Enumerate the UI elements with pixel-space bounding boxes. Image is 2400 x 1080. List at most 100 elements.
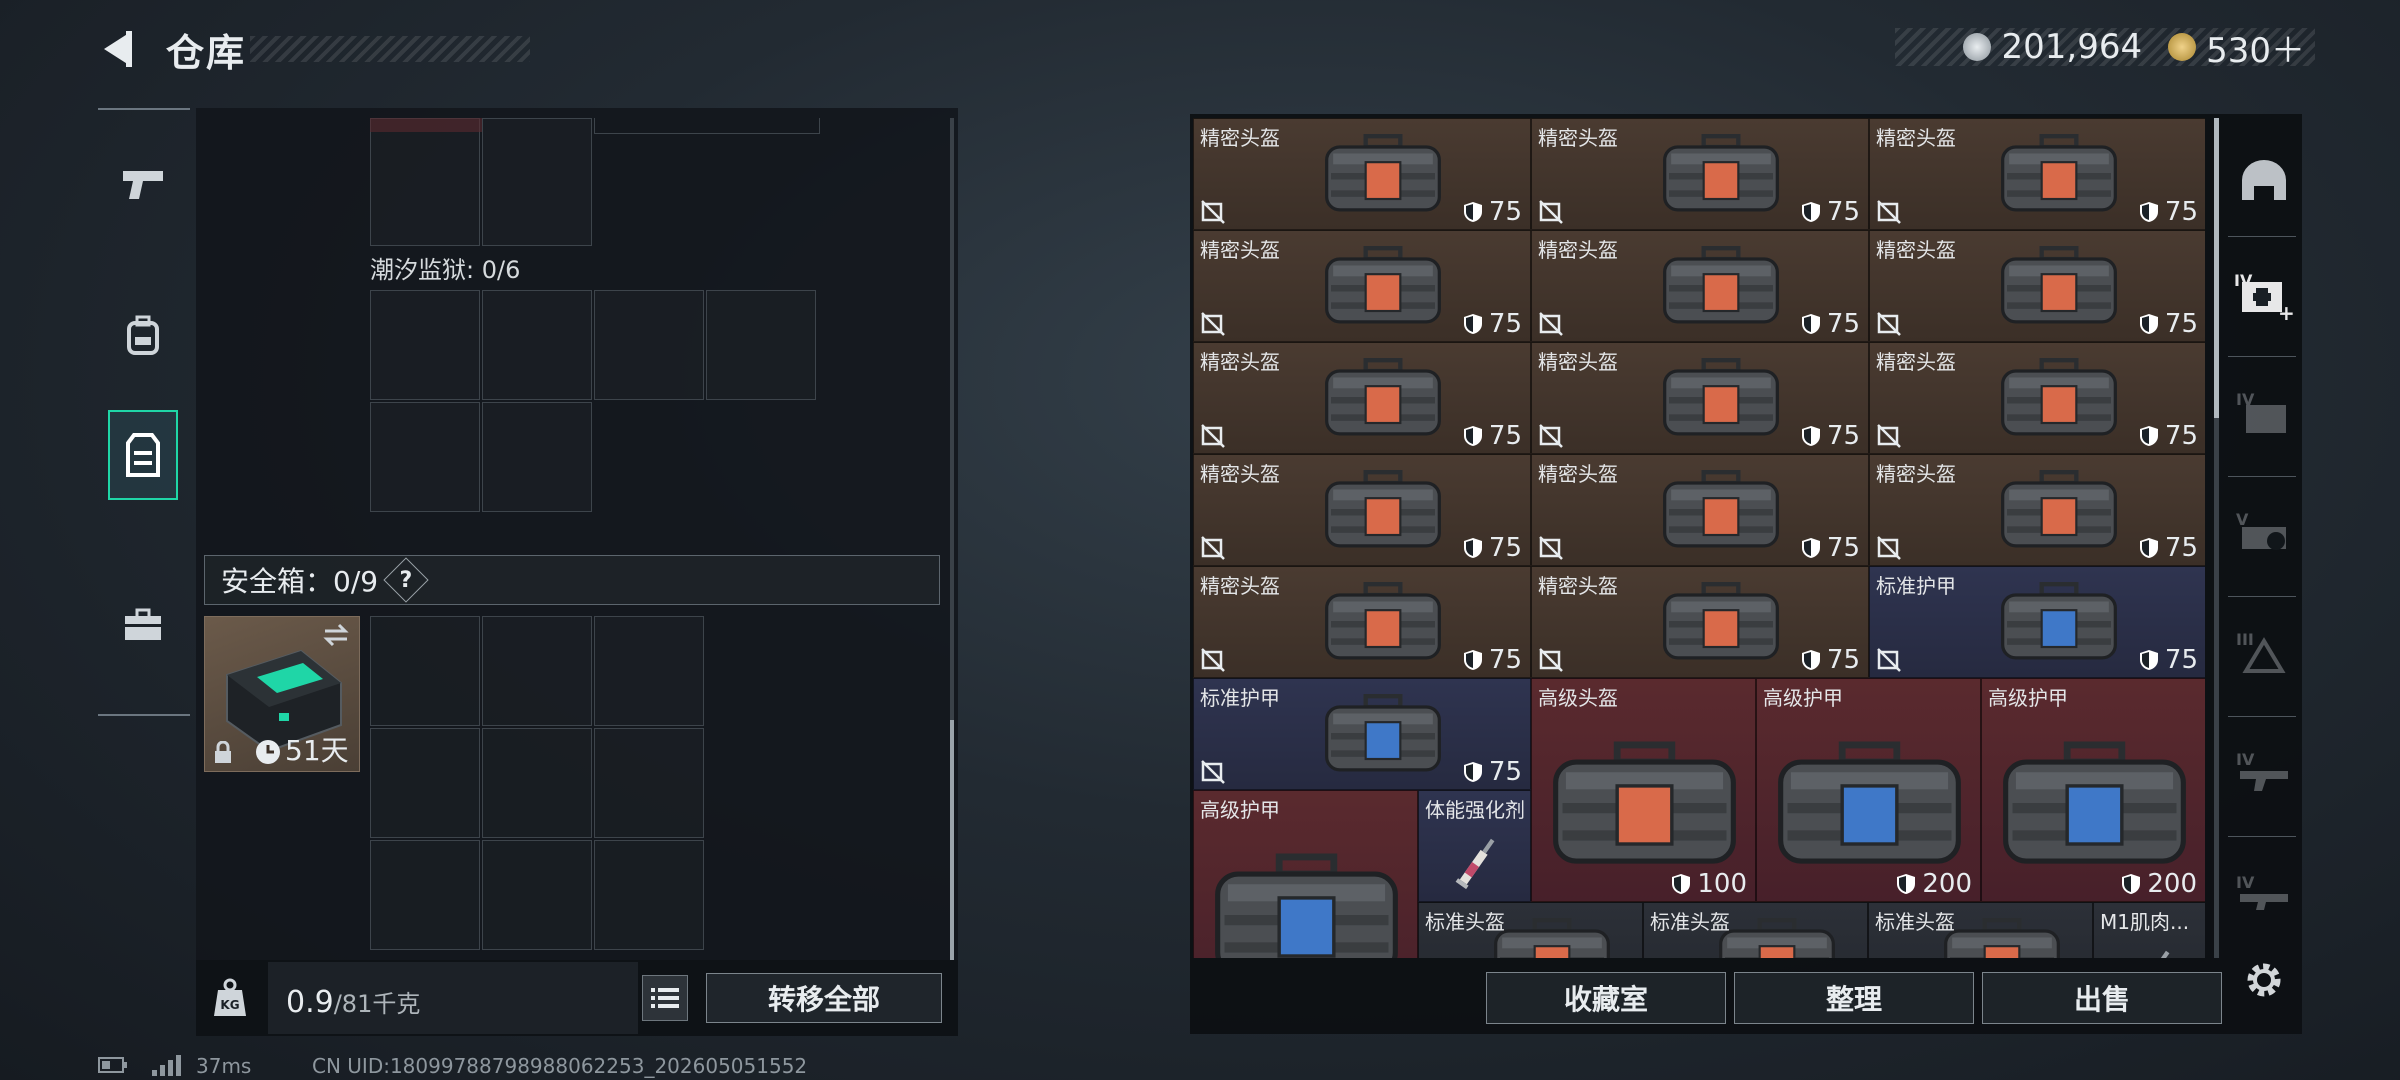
- storage-item[interactable]: 精密头盔 75: [1531, 118, 1869, 230]
- side-filter-ammo[interactable]: IV: [2232, 380, 2296, 444]
- divider: [2228, 356, 2296, 357]
- storage-item[interactable]: 精密头盔 75: [1193, 118, 1531, 230]
- ammo-iv-icon: IV: [2236, 390, 2286, 433]
- uid-text: CN UID:18099788798988062253_202605051552: [312, 1054, 808, 1078]
- settings-button[interactable]: [2232, 948, 2296, 1012]
- back-button[interactable]: [96, 26, 140, 72]
- svg-text:IV: IV: [2236, 873, 2255, 892]
- grid-slot[interactable]: [482, 290, 592, 400]
- nav-item-vest[interactable]: [108, 410, 178, 500]
- side-filter-gun[interactable]: IV: [2232, 740, 2296, 804]
- storage-item[interactable]: 体能强化剂: [1418, 790, 1531, 902]
- grid-slot[interactable]: [482, 840, 592, 950]
- grid-slot[interactable]: [370, 728, 480, 838]
- storage-item[interactable]: 高级护甲: [1193, 790, 1418, 958]
- shield-icon: [2139, 650, 2158, 670]
- storage-item[interactable]: 精密头盔 75: [1531, 230, 1869, 342]
- storage-item[interactable]: 高级护甲 200: [1756, 678, 1981, 902]
- storage-item[interactable]: 高级头盔 100: [1531, 678, 1756, 902]
- gold-coin-value[interactable]: 530＋: [2206, 23, 2305, 72]
- grid-slot[interactable]: [594, 290, 704, 400]
- gun-iv-icon: IV: [2236, 750, 2288, 791]
- storage-item[interactable]: 精密头盔 75: [1193, 342, 1531, 454]
- storage-item[interactable]: 精密头盔 75: [1193, 566, 1531, 678]
- grid-slot[interactable]: [482, 118, 592, 246]
- svg-text:V: V: [2236, 510, 2249, 529]
- nav-item-briefcase[interactable]: [108, 580, 178, 670]
- syringe-icon: [2156, 950, 2169, 958]
- item-durability-value: 75: [1826, 197, 1860, 227]
- no-carry-icon: [1877, 536, 1901, 560]
- storage-item[interactable]: 标准头盔: [1643, 902, 1868, 958]
- item-durability: 75: [1801, 197, 1860, 227]
- grid-slot[interactable]: [594, 118, 820, 134]
- organize-button[interactable]: 整理: [1734, 972, 1974, 1024]
- item-durability-value: 75: [1488, 421, 1522, 451]
- list-view-button[interactable]: [642, 975, 688, 1021]
- storage-item[interactable]: 标准护甲 75: [1193, 678, 1531, 790]
- side-filter-medkit[interactable]: IV +: [2232, 262, 2296, 326]
- grid-slot[interactable]: [706, 290, 816, 400]
- svg-text:KG: KG: [220, 998, 239, 1012]
- divider: [2228, 236, 2296, 237]
- storage-item[interactable]: 标准护甲 75: [1869, 566, 2205, 678]
- transfer-all-button[interactable]: 转移全部: [706, 973, 942, 1023]
- armor-bag-icon: [2003, 741, 2186, 864]
- storage-item[interactable]: 精密头盔 75: [1531, 566, 1869, 678]
- grid-slot[interactable]: [370, 840, 480, 950]
- nav-item-backpack[interactable]: [108, 290, 178, 380]
- back-arrow-icon: [104, 31, 132, 67]
- help-icon[interactable]: ?: [383, 557, 429, 603]
- left-scrollbar-thumb[interactable]: [950, 720, 954, 960]
- storage-item[interactable]: 标准头盔: [1418, 902, 1643, 958]
- swap-icon[interactable]: [321, 623, 351, 647]
- grid-slot[interactable]: [594, 840, 704, 950]
- settings-gear-icon: [2247, 963, 2281, 997]
- grid-slot[interactable]: [594, 616, 704, 726]
- left-category-nav: [98, 108, 190, 716]
- side-filter-gun-2[interactable]: IV: [2232, 860, 2296, 924]
- helmet-bag-icon: [1663, 582, 1779, 660]
- armor-bag-icon: [1778, 741, 1961, 864]
- item-name: 高级护甲: [1988, 686, 2068, 710]
- side-filter-helmet[interactable]: [2232, 148, 2296, 212]
- nav-item-weapons[interactable]: [108, 140, 178, 230]
- grid-slot[interactable]: [370, 616, 480, 726]
- collection-room-button[interactable]: 收藏室: [1486, 972, 1726, 1024]
- storage-item[interactable]: M1肌肉...: [2093, 902, 2205, 958]
- grid-slot[interactable]: [482, 616, 592, 726]
- no-carry-icon: [1201, 424, 1225, 448]
- storage-item[interactable]: 高级护甲 200: [1981, 678, 2205, 902]
- armor-bag-icon: [1215, 853, 1398, 958]
- storage-item[interactable]: 标准头盔: [1868, 902, 2093, 958]
- grid-slot[interactable]: [370, 402, 480, 512]
- storage-item[interactable]: 精密头盔 75: [1869, 454, 2205, 566]
- storage-item[interactable]: 精密头盔 75: [1531, 454, 1869, 566]
- storage-item[interactable]: 精密头盔 75: [1869, 118, 2205, 230]
- side-filter-scope[interactable]: V: [2232, 500, 2296, 564]
- storage-item[interactable]: 精密头盔 75: [1193, 230, 1531, 342]
- item-name: 标准头盔: [1650, 910, 1730, 934]
- shield-icon: [1463, 314, 1482, 334]
- secure-box-item[interactable]: 51天: [204, 616, 360, 772]
- grid-slot[interactable]: [594, 728, 704, 838]
- list-icon: [651, 988, 679, 1008]
- helmet-bag-icon: [1663, 358, 1779, 436]
- container-label: 潮汐监狱: 0/6: [370, 256, 521, 284]
- grid-slot[interactable]: [482, 402, 592, 512]
- grid-slot[interactable]: [370, 118, 480, 246]
- storage-item[interactable]: 精密头盔 75: [1531, 342, 1869, 454]
- currency-bar: 201,964 530＋: [1895, 27, 2315, 71]
- shield-icon: [2139, 538, 2158, 558]
- storage-scrollbar-thumb[interactable]: [2214, 118, 2219, 418]
- item-durability-value: 200: [1922, 869, 1972, 899]
- helmet-bag-icon: [1325, 470, 1441, 548]
- storage-item[interactable]: 精密头盔 75: [1869, 230, 2205, 342]
- storage-item[interactable]: 精密头盔 75: [1869, 342, 2205, 454]
- grid-slot[interactable]: [370, 290, 480, 400]
- shield-icon: [2139, 314, 2158, 334]
- side-filter-armor[interactable]: III: [2232, 620, 2296, 684]
- storage-item[interactable]: 精密头盔 75: [1193, 454, 1531, 566]
- sell-button[interactable]: 出售: [1982, 972, 2222, 1024]
- grid-slot[interactable]: [482, 728, 592, 838]
